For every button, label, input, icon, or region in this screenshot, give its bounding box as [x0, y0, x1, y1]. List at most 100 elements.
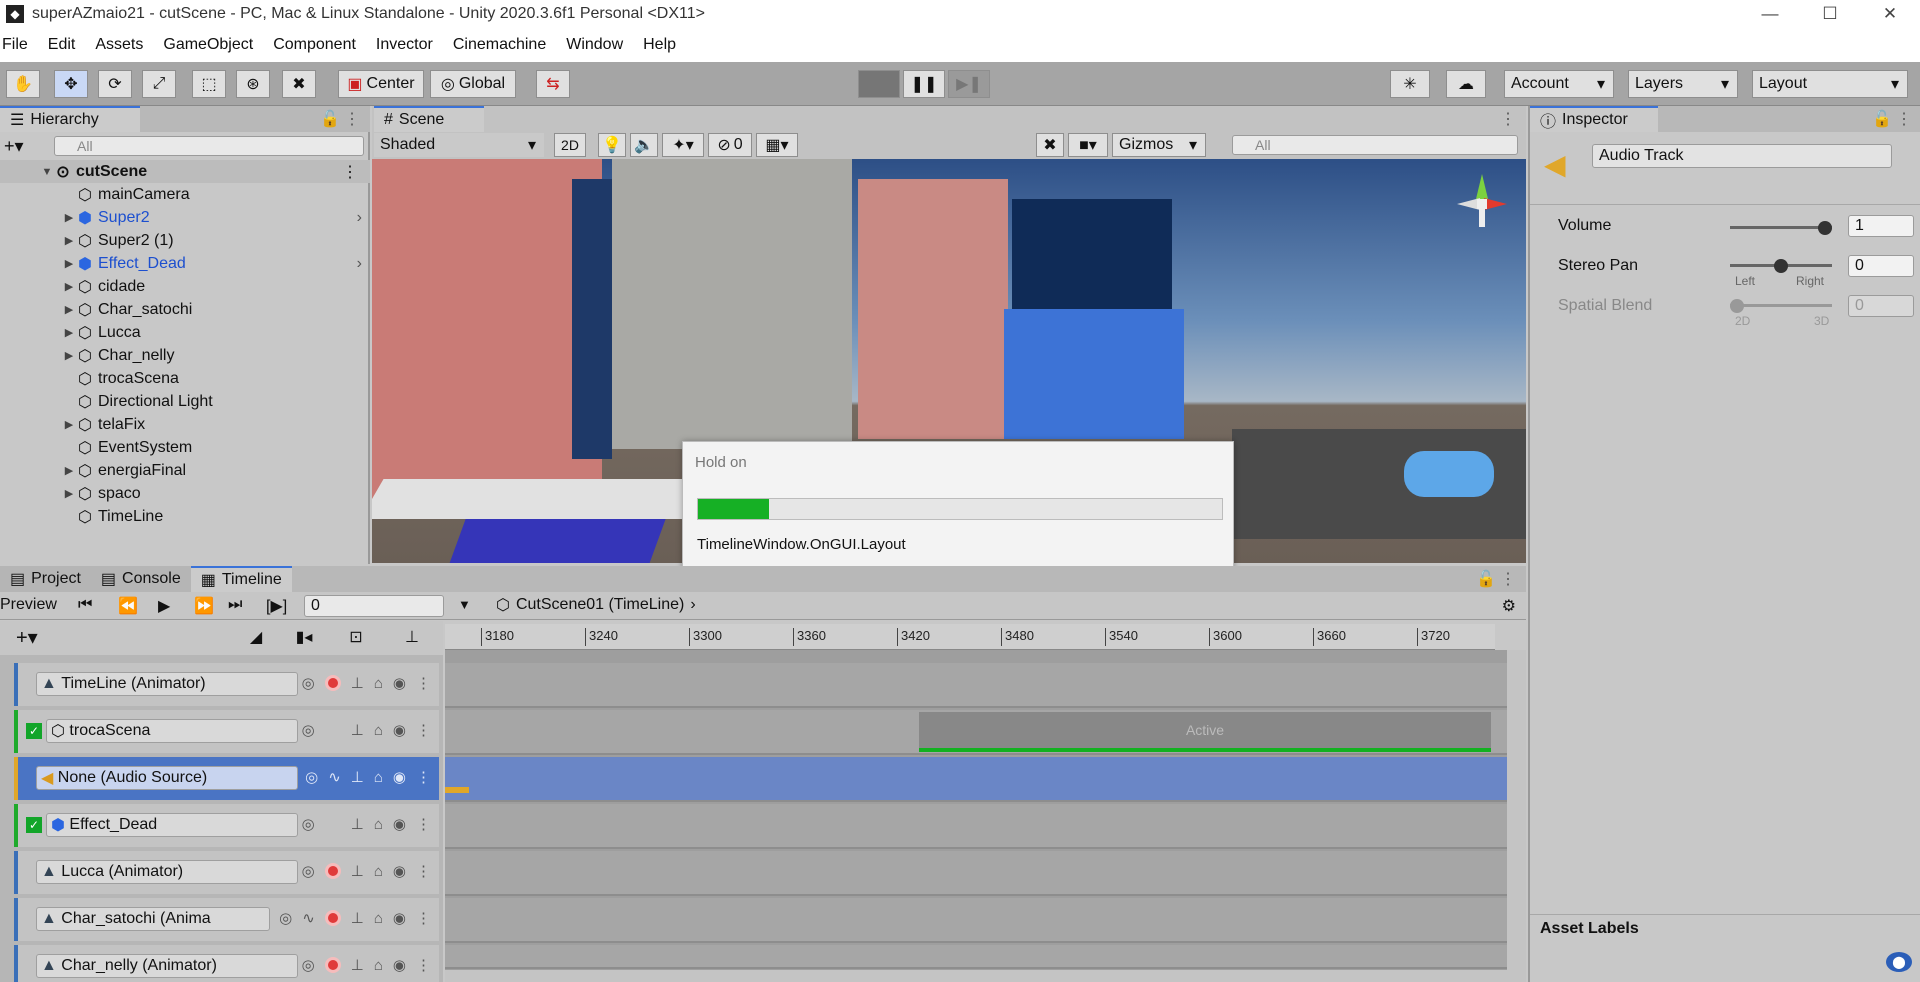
mute-icon[interactable]: ⌂ [374, 722, 383, 739]
close-button[interactable]: ✕ [1860, 0, 1920, 28]
hierarchy-item[interactable]: ▶ ⬢ Super2 › [0, 206, 370, 229]
kebab-menu-icon[interactable]: ⋮ [416, 956, 431, 974]
gear-icon[interactable]: ⚙ [1502, 596, 1516, 616]
loop-icon[interactable]: [▶] [266, 596, 287, 616]
target-icon[interactable]: ◎ [302, 862, 315, 880]
dropdown-arrow-icon[interactable]: ▼ [458, 597, 471, 612]
camera-dropdown[interactable]: ■▾ [1068, 133, 1108, 157]
kebab-menu-icon[interactable]: ⋮ [342, 162, 358, 182]
lock-icon[interactable]: 🔓 [1872, 109, 1892, 129]
tab-scene[interactable]: # Scene [374, 106, 484, 132]
mute-icon[interactable]: ⌂ [374, 675, 383, 692]
curve-toggle[interactable]: ◢ [236, 625, 276, 649]
maximize-button[interactable]: ☐ [1800, 0, 1860, 28]
timeline-clip-area[interactable]: Active [445, 650, 1507, 982]
layout-dropdown[interactable]: Layout ▾ [1752, 70, 1908, 98]
lock-icon[interactable]: ⊥ [351, 815, 364, 833]
menu-component[interactable]: Component [273, 36, 356, 54]
menu-edit[interactable]: Edit [48, 36, 76, 54]
mute-icon[interactable]: ⌂ [374, 816, 383, 833]
eye-icon[interactable]: ◉ [393, 815, 406, 833]
chevron-right-icon[interactable]: › [357, 209, 362, 227]
mute-icon[interactable]: ⌂ [374, 769, 383, 786]
timeline-row[interactable] [445, 898, 1507, 943]
lock-icon[interactable]: ⊥ [351, 721, 364, 739]
frame-input[interactable]: 0 [304, 595, 444, 617]
track-header[interactable]: ▲ Char_satochi (Anima ◎ ∿ ⊥ ⌂ ◉ ⋮ [14, 898, 439, 941]
menu-window[interactable]: Window [566, 36, 623, 54]
hidden-objects-toggle[interactable]: ⊘ 0 [708, 133, 752, 157]
lock-icon[interactable]: 🔓 [1476, 569, 1496, 589]
hierarchy-item[interactable]: ▶ ⬡ energiaFinal [0, 459, 370, 482]
goto-start-icon[interactable]: ⏮ [78, 596, 92, 614]
add-object-button[interactable]: +▾ [4, 136, 24, 157]
volume-field[interactable]: 1 [1848, 215, 1914, 237]
mute-icon[interactable]: ⌂ [374, 957, 383, 974]
mute-icon[interactable]: ⌂ [374, 863, 383, 880]
activation-checkbox[interactable]: ✓ [26, 723, 42, 739]
lighting-toggle[interactable]: 💡 [598, 133, 626, 157]
record-button[interactable] [324, 910, 341, 926]
track-header[interactable]: ✓ ⬢ Effect_Dead ◎ ⊥ ⌂ ◉ ⋮ [14, 804, 439, 847]
hierarchy-item[interactable]: ▶ ⬡ Char_satochi [0, 298, 370, 321]
grid-dropdown[interactable]: ▦▾ [756, 133, 798, 157]
target-icon[interactable]: ◎ [279, 909, 292, 927]
snap-toggle[interactable]: ▮◂ [286, 625, 322, 649]
menu-assets[interactable]: Assets [95, 36, 143, 54]
expand-arrow-icon[interactable]: ▶ [62, 257, 76, 270]
effects-dropdown[interactable]: ✦▾ [662, 133, 704, 157]
menu-invector[interactable]: Invector [376, 36, 433, 54]
kebab-menu-icon[interactable]: ⋮ [416, 862, 431, 880]
expand-arrow-icon[interactable]: ▶ [62, 326, 76, 339]
cloud-button[interactable]: ☁ [1446, 70, 1486, 98]
chevron-right-icon[interactable]: › [357, 255, 362, 273]
track-header[interactable]: ▲ Lucca (Animator) ◎ ⊥ ⌂ ◉ ⋮ [14, 851, 439, 894]
toggle-2d-button[interactable]: 2D [554, 133, 586, 157]
layers-dropdown[interactable]: Layers ▾ [1628, 70, 1738, 98]
menu-cinemachine[interactable]: Cinemachine [453, 36, 546, 54]
ripple-toggle[interactable]: ⊡ [336, 625, 376, 649]
expand-arrow-icon[interactable]: ▶ [62, 280, 76, 293]
hierarchy-item[interactable]: ▶ ⬡ telaFix [0, 413, 370, 436]
target-icon[interactable]: ◎ [305, 768, 318, 786]
pivot-global-button[interactable]: ◎ Global [430, 70, 516, 98]
mute-icon[interactable]: ⌂ [374, 910, 383, 927]
hierarchy-item[interactable]: ⬡ TimeLine [0, 505, 370, 528]
track-header[interactable]: ▲ Char_nelly (Animator) ◎ ⊥ ⌂ ◉ ⋮ [14, 945, 439, 982]
scene-search-input[interactable]: All [1232, 135, 1518, 155]
tab-project[interactable]: ▤ Project [0, 566, 91, 592]
hierarchy-item[interactable]: ⬡ mainCamera [0, 183, 370, 206]
expand-arrow-icon[interactable]: ▶ [62, 234, 76, 247]
eye-icon[interactable]: ◉ [393, 721, 406, 739]
kebab-menu-icon[interactable]: ⋮ [1896, 109, 1912, 129]
hierarchy-item[interactable]: ▶ ⬡ Char_nelly [0, 344, 370, 367]
target-icon[interactable]: ◎ [302, 674, 315, 692]
expand-arrow-icon[interactable]: ▼ [40, 166, 54, 178]
custom-tool-button[interactable]: ✖ [282, 70, 316, 98]
timeline-vertical-scrollbar[interactable] [1507, 650, 1526, 982]
step-button[interactable]: ▶❚ [948, 70, 990, 98]
record-button[interactable] [324, 675, 341, 691]
scene-root-item[interactable]: ▼ ⊙ cutScene ⋮ [0, 160, 370, 183]
track-header-selected[interactable]: ◀ None (Audio Source) ◎ ∿ ⊥ ⌂ ◉ ⋮ [14, 757, 439, 800]
expand-arrow-icon[interactable]: ▶ [62, 487, 76, 500]
lock-icon[interactable]: ⊥ [351, 768, 364, 786]
shading-mode-dropdown[interactable]: Shaded ▾ [374, 133, 544, 157]
record-button[interactable] [324, 863, 341, 879]
gizmos-dropdown[interactable]: Gizmos ▾ [1112, 133, 1206, 157]
curve-icon[interactable]: ∿ [302, 909, 315, 927]
kebab-menu-icon[interactable]: ⋮ [344, 109, 360, 129]
audio-clip-marker[interactable] [445, 787, 469, 793]
activation-clip[interactable]: Active [919, 712, 1491, 752]
timeline-row[interactable] [445, 663, 1507, 708]
kebab-menu-icon[interactable]: ⋮ [416, 909, 431, 927]
timeline-row[interactable] [445, 945, 1507, 969]
timeline-row-selected[interactable] [445, 757, 1507, 802]
lock-icon[interactable]: 🔓 [320, 109, 340, 129]
tab-inspector[interactable]: ⓘ Inspector [1530, 106, 1658, 132]
object-name-field[interactable]: Audio Track [1592, 144, 1892, 168]
hierarchy-item[interactable]: ⬡ Directional Light [0, 390, 370, 413]
volume-slider[interactable] [1730, 221, 1832, 235]
stereo-pan-slider[interactable] [1730, 259, 1832, 273]
expand-arrow-icon[interactable]: ▶ [62, 303, 76, 316]
